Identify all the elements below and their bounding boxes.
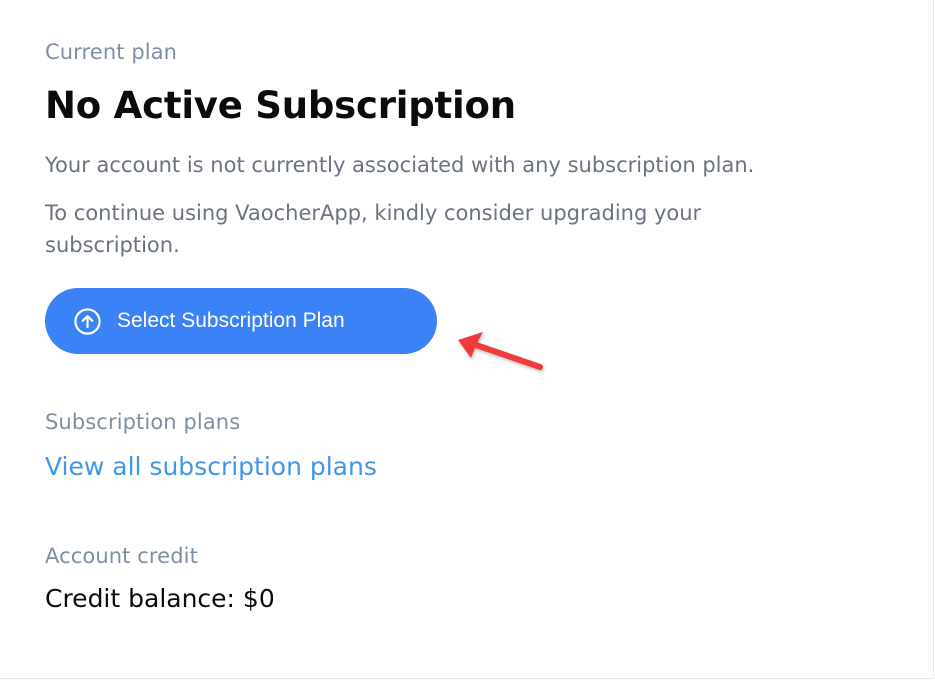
select-subscription-plan-label: Select Subscription Plan — [117, 309, 345, 332]
subscription-plans-label: Subscription plans — [45, 410, 241, 434]
credit-balance: Credit balance: $0 — [45, 584, 275, 613]
view-all-subscription-plans-link[interactable]: View all subscription plans — [45, 452, 377, 481]
plan-status-title: No Active Subscription — [45, 84, 516, 127]
annotation-arrow-icon — [458, 332, 543, 370]
current-plan-label: Current plan — [45, 40, 178, 64]
billing-panel: Current plan No Active Subscription Your… — [0, 0, 934, 679]
arrow-up-circle-icon — [73, 307, 102, 336]
plan-status-message: Your account is not currently associated… — [45, 153, 755, 177]
account-credit-label: Account credit — [45, 544, 198, 568]
select-subscription-plan-button[interactable]: Select Subscription Plan — [45, 288, 437, 354]
upgrade-prompt: To continue using VaocherApp, kindly con… — [45, 201, 702, 257]
